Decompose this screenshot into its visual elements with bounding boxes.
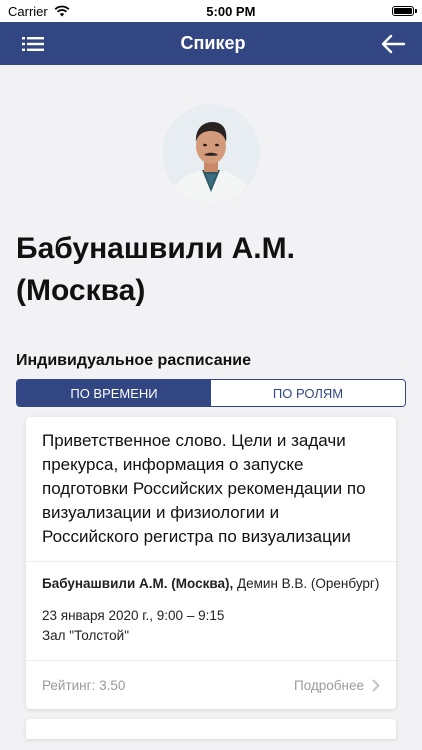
content: Бабунашвили А.М. (Москва) Индивидуальное… bbox=[0, 65, 422, 739]
speaker-photo bbox=[162, 104, 260, 202]
status-time: 5:00 PM bbox=[206, 3, 256, 19]
navbar: Спикер bbox=[0, 22, 422, 65]
tab-by-time[interactable]: ПО ВРЕМЕНИ bbox=[17, 380, 211, 406]
chevron-right-icon bbox=[372, 679, 380, 691]
session-datetime: 23 января 2020 г., 9:00 – 9:15 bbox=[42, 608, 225, 623]
session-footer: Рейтинг: 3.50 Подробнее bbox=[26, 661, 396, 709]
list-icon bbox=[22, 36, 44, 51]
session-rating: Рейтинг: 3.50 bbox=[42, 677, 126, 693]
speaker-name: Бабунашвили А.М. (Москва) bbox=[16, 228, 406, 312]
avatar bbox=[162, 104, 260, 202]
schedule-segmented-control: ПО ВРЕМЕНИ ПО РОЛЯМ bbox=[16, 379, 406, 407]
session-speaker-main: Бабунашвили А.М. (Москва), bbox=[42, 576, 234, 591]
status-bar: Carrier 5:00 PM bbox=[0, 0, 422, 22]
carrier-label: Carrier bbox=[8, 3, 48, 19]
session-title: Приветственное слово. Цели и задачи прек… bbox=[26, 417, 396, 562]
more-label: Подробнее bbox=[293, 677, 364, 693]
back-button[interactable] bbox=[378, 29, 408, 59]
page-title: Спикер bbox=[180, 33, 246, 53]
tab-by-roles[interactable]: ПО РОЛЯМ bbox=[211, 380, 405, 406]
session-card[interactable]: Приветственное слово. Цели и задачи прек… bbox=[26, 417, 396, 709]
wifi-icon bbox=[54, 5, 70, 17]
status-left: Carrier bbox=[8, 4, 70, 19]
battery-icon bbox=[392, 6, 417, 16]
menu-button[interactable] bbox=[18, 29, 48, 59]
session-hall: Зал "Толстой" bbox=[42, 628, 129, 643]
session-details: Бабунашвили А.М. (Москва), Демин В.В. (О… bbox=[26, 562, 396, 661]
more-link[interactable]: Подробнее bbox=[294, 678, 380, 693]
next-session-card[interactable] bbox=[26, 719, 396, 739]
schedule-title: Индивидуальное расписание bbox=[16, 352, 252, 369]
speaker-name-line2: (Москва) bbox=[16, 274, 146, 307]
arrow-left-icon bbox=[381, 34, 406, 53]
speaker-name-line1: Бабунашвили А.М. bbox=[16, 232, 295, 265]
avatar-wrap bbox=[16, 65, 406, 202]
session-speaker-others: Демин В.В. (Оренбург) bbox=[233, 576, 380, 591]
session-speakers: Бабунашвили А.М. (Москва), Демин В.В. (О… bbox=[42, 574, 380, 594]
